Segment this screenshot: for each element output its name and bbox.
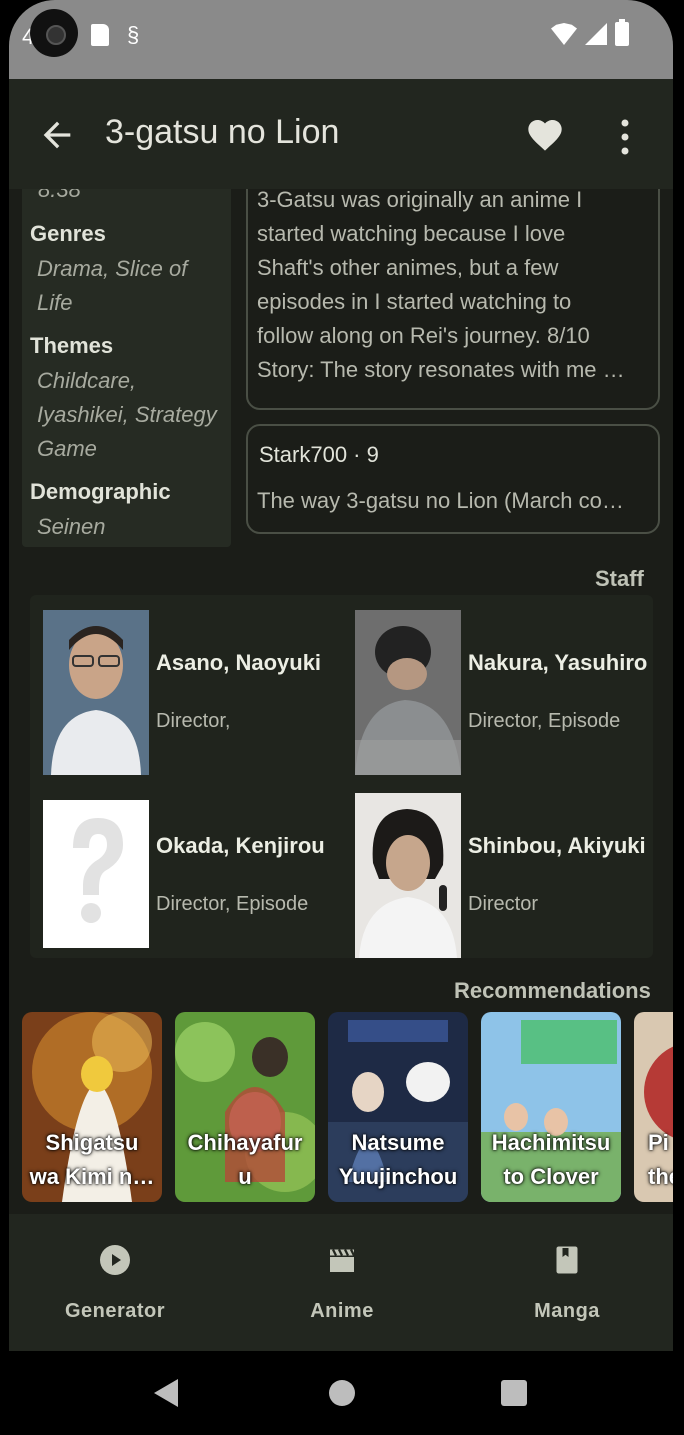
score-value: 8.38 — [38, 189, 81, 202]
staff-item[interactable]: Shinbou, Akiyuki Director — [355, 793, 655, 958]
staff-role: Director, — [156, 710, 231, 732]
favorite-heart-icon[interactable] — [525, 115, 565, 155]
recommendation-card[interactable]: Hachimitsu to Clover — [481, 1012, 621, 1202]
app-screen: 4 § 3-gatsu no Lion 8.38 Genres Drama, S… — [9, 0, 673, 1435]
recommendation-card[interactable]: Natsume Yuujinchou — [328, 1012, 468, 1202]
themes-label: Themes — [30, 333, 114, 358]
demographic-label: Demographic — [30, 479, 171, 504]
recommendations-list[interactable]: Shigatsu wa Kimi n… Chihayafur u Natsume… — [22, 1011, 673, 1211]
recommendation-card[interactable]: Pi the — [634, 1012, 673, 1202]
review-card[interactable]: Stark700 · 9 The way 3-gatsu no Lion (Ma… — [246, 424, 660, 534]
demographic-value: Seinen — [37, 514, 106, 539]
staff-role: Director, Episode — [156, 893, 309, 915]
review-line: follow along on Rei's journey. 8/10 — [257, 323, 590, 348]
staff-photo — [43, 610, 149, 775]
staff-name: Shinbou, Akiyuki — [468, 833, 646, 858]
review-line: Shaft's other animes, but a few — [257, 255, 559, 280]
themes-value: Childcare, Iyashikei, Strategy Game — [37, 368, 217, 461]
nav-generator-label: Generator — [64, 1300, 166, 1322]
recommendation-title: Chihayafur u — [187, 1130, 303, 1189]
staff-item[interactable]: Okada, Kenjirou Director, Episode — [43, 793, 343, 958]
review-line: started watching because I love — [257, 221, 566, 246]
review-line: Story: The story resonates with me … — [257, 357, 625, 382]
status-icons — [551, 19, 629, 46]
more-options-icon[interactable] — [615, 117, 635, 157]
recommendation-title: Hachimitsu to Clover — [491, 1130, 611, 1189]
staff-role: Director — [468, 893, 539, 915]
genres-label: Genres — [30, 221, 106, 246]
staff-item[interactable]: Asano, Naoyuki Director, — [43, 610, 343, 775]
review-card[interactable]: 3-Gatsu was originally an anime I starte… — [246, 189, 660, 410]
detail-content[interactable]: 8.38 Genres Drama, Slice of Life Themes … — [9, 189, 673, 1214]
staff-heading: Staff — [595, 566, 644, 591]
bottom-navigation: Generator Anime Manga — [9, 1214, 673, 1351]
nav-anime[interactable]: Anime — [252, 1242, 432, 1323]
staff-name: Nakura, Yasuhiro — [468, 650, 648, 675]
recommendation-card[interactable]: Chihayafur u — [175, 1012, 315, 1202]
battery-icon — [615, 19, 629, 46]
review-line: 3-Gatsu was originally an anime I — [257, 189, 583, 212]
sd-card-icon — [91, 24, 109, 46]
review-line: episodes in I started watching to — [257, 289, 572, 314]
book-icon — [556, 1246, 578, 1274]
nav-generator[interactable]: Generator — [25, 1242, 205, 1323]
review-author-score: Stark700 · 9 — [259, 442, 379, 467]
nav-manga-label: Manga — [534, 1300, 600, 1322]
clapperboard-icon — [330, 1248, 356, 1272]
recommendations-heading: Recommendations — [454, 978, 651, 1003]
staff-photo-placeholder — [43, 800, 149, 948]
signal-icon — [585, 23, 607, 45]
sync-icon: § — [127, 22, 140, 47]
staff-role: Director, Episode — [468, 710, 621, 732]
staff-name: Asano, Naoyuki — [156, 650, 322, 675]
system-home-icon[interactable] — [329, 1380, 355, 1406]
system-navigation-bar — [0, 1351, 684, 1435]
recommendation-title: Pi the — [648, 1130, 673, 1189]
back-arrow-icon[interactable] — [37, 115, 77, 155]
status-bar: 4 § — [9, 0, 673, 79]
staff-card: Asano, Naoyuki Director, Nakura, Yasuhir… — [30, 595, 653, 958]
wifi-icon — [551, 23, 577, 45]
review-excerpt: The way 3-gatsu no Lion (March co… — [257, 488, 624, 513]
recommendation-title: Shigatsu wa Kimi n… — [29, 1130, 155, 1189]
genres-value: Drama, Slice of Life — [37, 256, 188, 315]
app-bar: 3-gatsu no Lion — [9, 79, 673, 189]
system-recents-icon[interactable] — [501, 1380, 527, 1406]
recommendation-card[interactable]: Shigatsu wa Kimi n… — [22, 1012, 162, 1202]
info-card: 8.38 Genres Drama, Slice of Life Themes … — [22, 189, 231, 547]
camera-cutout — [30, 9, 78, 57]
staff-item[interactable]: Nakura, Yasuhiro Director, Episode — [355, 610, 655, 775]
recommendation-title: Natsume Yuujinchou — [338, 1130, 458, 1189]
staff-name: Okada, Kenjirou — [156, 833, 325, 858]
play-circle-icon — [100, 1245, 130, 1275]
staff-photo — [355, 793, 461, 958]
nav-manga[interactable]: Manga — [477, 1242, 657, 1323]
page-title: 3-gatsu no Lion — [105, 113, 340, 151]
staff-photo — [355, 610, 461, 775]
system-back-icon[interactable] — [154, 1379, 178, 1407]
nav-anime-label: Anime — [310, 1300, 374, 1322]
